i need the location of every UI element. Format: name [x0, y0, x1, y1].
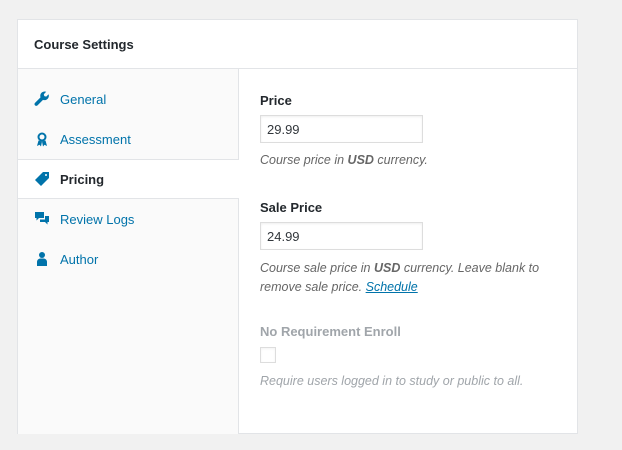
panel-title: Course Settings	[18, 20, 577, 69]
sale-price-description: Course sale price in USD currency. Leave…	[260, 261, 540, 294]
sale-price-input[interactable]	[260, 222, 423, 250]
price-tag-icon	[34, 171, 50, 187]
tab-general[interactable]: General	[18, 79, 238, 119]
wrench-icon	[34, 91, 50, 107]
settings-sidebar: General Assessment Pricing Review Logs A…	[18, 69, 239, 434]
tab-label: Review Logs	[60, 211, 135, 227]
price-description: Course price in USD currency.	[260, 153, 428, 167]
tab-label: General	[60, 91, 107, 107]
no-requirement-label: No Requirement Enroll	[260, 324, 401, 339]
tab-author[interactable]: Author	[18, 239, 238, 279]
sale-price-label: Sale Price	[260, 200, 323, 215]
price-input[interactable]	[260, 115, 423, 143]
tab-assessment[interactable]: Assessment	[18, 119, 238, 159]
user-icon	[34, 251, 50, 267]
course-settings-panel: Course Settings General Assessment Prici…	[17, 19, 578, 434]
panel-body: General Assessment Pricing Review Logs A…	[18, 69, 577, 434]
tab-label: Pricing	[60, 171, 105, 187]
tab-label: Assessment	[60, 131, 131, 147]
no-requirement-checkbox[interactable]	[260, 347, 276, 363]
tab-label: Author	[60, 251, 99, 267]
chat-bubbles-icon	[34, 211, 50, 227]
schedule-link[interactable]: Schedule	[366, 280, 418, 294]
award-icon	[34, 131, 50, 147]
tab-pricing[interactable]: Pricing	[18, 159, 239, 199]
no-requirement-description: Require users logged in to study or publ…	[260, 374, 524, 388]
price-label: Price	[260, 93, 292, 108]
tab-review-logs[interactable]: Review Logs	[18, 199, 238, 239]
